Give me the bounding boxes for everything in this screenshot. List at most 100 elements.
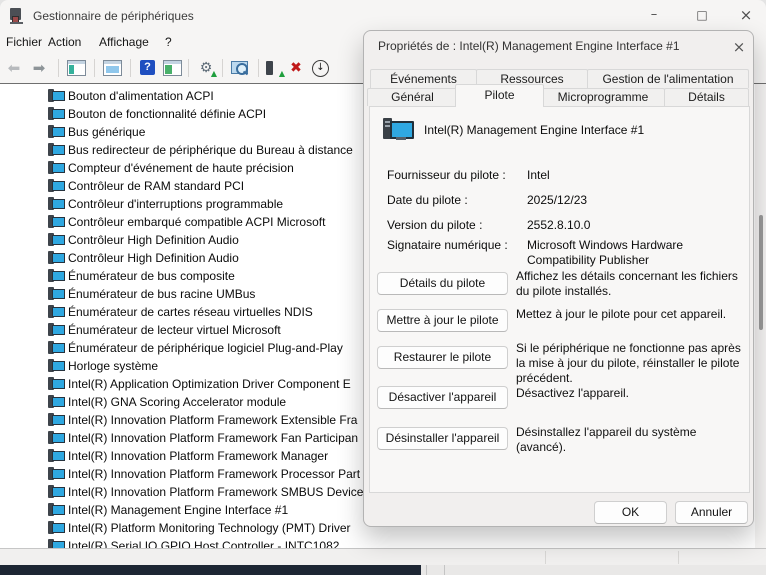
field-label-fournisseur: Fournisseur du pilote : [387,168,506,182]
tree-item-label: Énumérateur de bus composite [68,269,235,283]
tree-item-label: Intel(R) Serial IO GPIO Host Controller … [68,539,339,548]
dialog-title: Propriétés de : Intel(R) Management Engi… [378,39,680,53]
system-device-icon [48,341,65,355]
tree-item-label: Bus générique [68,125,145,139]
field-value-date: 2025/12/23 [527,193,587,207]
tree-item-label: Intel(R) Innovation Platform Framework P… [68,467,360,481]
update-device-drivers-button[interactable]: ▲ [262,57,286,79]
tab-pilote[interactable]: Pilote [455,84,544,107]
device-icon [266,61,273,75]
maximize-button[interactable]: □ [682,0,722,30]
system-device-icon [48,323,65,337]
tab-details[interactable]: Détails [664,88,749,106]
tab-general[interactable]: Général [367,88,458,106]
tree-item-label: Contrôleur d'interruptions programmable [68,197,283,211]
desinstaller-appareil-button[interactable]: Désinstaller l'appareil [377,427,508,450]
tree-item-label: Contrôleur High Definition Audio [68,233,239,247]
disable-down-arrow-icon: ↓ [312,60,329,77]
help-button[interactable]: ? [136,57,160,79]
tab-microprogramme[interactable]: Microprogramme [541,88,665,106]
bottom-dark-strip [0,565,421,575]
statusbar-divider [545,551,546,564]
system-device-icon [48,143,65,157]
device-large-icon [383,118,413,142]
toolbar-separator [58,59,59,77]
system-device-icon [48,431,65,445]
window-title: Gestionnaire de périphériques [33,9,194,23]
menu-action[interactable]: Action [48,35,81,49]
system-device-icon [48,161,65,175]
details-pilote-button[interactable]: Détails du pilote [377,272,508,295]
menu-fichier[interactable]: Fichier [6,35,42,49]
system-device-icon [48,107,65,121]
export-list-icon [163,60,182,76]
restaurer-pilote-desc: Si le périphérique ne fonctionne pas apr… [516,341,747,386]
system-device-icon [48,359,65,373]
disable-device-button[interactable]: ↓ [308,57,332,79]
field-label-date: Date du pilote : [387,193,468,207]
details-pilote-desc: Affichez les détails concernant les fich… [516,269,747,299]
tree-item-label: Énumérateur de lecteur virtuel Microsoft [68,323,281,337]
properties-dialog: Propriétés de : Intel(R) Management Engi… [363,30,754,527]
back-button[interactable]: ➡ [2,57,26,79]
minimize-button[interactable]: – [634,0,674,30]
tree-item-label: Contrôleur High Definition Audio [68,251,239,265]
tree-item-label: Intel(R) Platform Monitoring Technology … [68,521,351,535]
scan-hardware-button[interactable] [228,57,252,79]
update-driver-button[interactable]: ⚙▲ [194,57,218,79]
tree-item-label: Compteur d'événement de haute précision [68,161,294,175]
tree-item-label: Intel(R) Innovation Platform Framework F… [68,431,358,445]
dialog-close-icon[interactable]: × [726,34,752,60]
show-console-tree-button[interactable] [64,57,88,79]
forward-arrow-icon: ➡ [27,57,51,79]
system-device-icon [48,485,65,499]
system-device-icon [48,179,65,193]
toolbar-separator [94,59,95,77]
system-device-icon [48,215,65,229]
tab-gestion-alimentation[interactable]: Gestion de l'alimentation [587,69,749,88]
restaurer-pilote-button[interactable]: Restaurer le pilote [377,346,508,369]
system-device-icon [48,269,65,283]
system-device-icon [48,89,65,103]
close-button[interactable]: × [726,0,766,30]
tree-item[interactable]: Intel(R) Serial IO GPIO Host Controller … [0,537,766,548]
system-device-icon [48,287,65,301]
device-manager-app-icon [10,8,23,24]
forward-button[interactable]: ➡ [27,57,51,79]
system-device-icon [48,377,65,391]
tree-item-label: Bouton de fonctionnalité définie ACPI [68,107,266,121]
field-value-version: 2552.8.10.0 [527,218,590,232]
system-device-icon [48,395,65,409]
tree-item-label: Bouton d'alimentation ACPI [68,89,214,103]
export-list-button[interactable] [160,57,184,79]
ok-button[interactable]: OK [594,501,667,524]
uninstall-device-button[interactable]: ✖ [284,57,308,79]
tree-item-label: Énumérateur de cartes réseau virtuelles … [68,305,313,319]
properties-button[interactable] [100,57,124,79]
desactiver-appareil-button[interactable]: Désactiver l'appareil [377,386,508,409]
mettre-a-jour-button[interactable]: Mettre à jour le pilote [377,309,508,332]
tree-item-label: Contrôleur de RAM standard PCI [68,179,244,193]
console-tree-icon [67,60,86,76]
field-value-signataire: Microsoft Windows Hardware Compatibility… [527,238,755,268]
pilote-tab-page: Intel(R) Management Engine Interface #1 … [369,106,750,493]
tree-item-label: Intel(R) Management Engine Interface #1 [68,503,288,517]
menu-aide[interactable]: ? [165,35,172,49]
system-device-icon [48,539,65,548]
titlebar: Gestionnaire de périphériques – □ × [0,0,766,32]
device-name: Intel(R) Management Engine Interface #1 [424,123,644,137]
cancel-button[interactable]: Annuler [675,501,748,524]
screen: Gestionnaire de périphériques – □ × Fich… [0,0,766,575]
system-device-icon [48,305,65,319]
toolbar-separator [258,59,259,77]
bottom-divider [444,565,445,575]
back-arrow-icon: ➡ [2,57,26,79]
field-label-signataire: Signataire numérique : [387,238,508,252]
properties-icon [103,60,122,76]
statusbar-divider [678,551,679,564]
field-value-fournisseur: Intel [527,168,550,182]
menu-affichage[interactable]: Affichage [99,35,149,49]
system-device-icon [48,503,65,517]
tree-item-label: Intel(R) Application Optimization Driver… [68,377,351,391]
tree-item-label: Énumérateur de bus racine UMBus [68,287,255,301]
